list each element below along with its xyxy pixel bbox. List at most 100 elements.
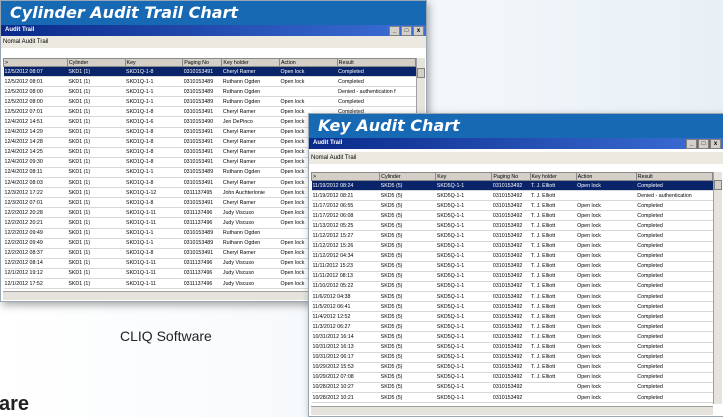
table-cell: Completed [636,352,713,363]
table-cell: T. J. Elliott [530,331,577,343]
table-row[interactable]: 10/28/2012 10:16SKD5 (5)SKD5Q-1-10310153… [311,402,713,404]
table-cell: Completed [636,362,713,373]
table-cell: Completed [636,200,713,212]
table-row[interactable]: 10/31/2012 16:13 SKD5 (5) SKD5Q-1-1 0310153… [311,342,713,353]
table-row[interactable]: 11/12/2012 15:26 SKD5 (5) SKD5Q-1-1 0310153… [311,241,713,252]
table-cell: SKD5Q-1-1 [435,342,492,353]
table-cell: 12/3/2012 07:01 [3,197,68,209]
table-cell: Cheryl Ramer [221,106,280,118]
table-cell: Open lock [576,311,637,323]
close-button[interactable]: x [710,139,721,149]
table-row[interactable]: 10/28/2012 10:21 SKD5 (5) SKD5Q-1-1 0310153… [311,392,713,404]
column-header[interactable]: > [311,172,381,181]
table-cell: T. J. Elliott [530,220,577,232]
table-cell: Open lock [576,342,637,353]
table-cell: SKD5Q-1-1 [435,210,492,222]
key-window-titlebar[interactable]: Audit Trail _ □ x [309,138,723,149]
table-cell: Completed [636,241,713,252]
column-header[interactable]: Paging No [491,172,531,181]
table-row[interactable]: 11/17/2012 06:55 SKD5 (5) SKD5Q-1-1 0310153… [311,200,713,212]
key-horizontal-scrollbar[interactable] [311,406,713,415]
table-cell: SKD1 (1) [67,228,126,239]
table-cell: SKD1 (1) [67,248,126,259]
table-row[interactable]: 12/5/2012 08:00 SKD1 (1) SKD1Q-1-1 03101534… [3,86,416,98]
column-header[interactable]: Result [635,172,713,181]
table-row[interactable]: 11/19/2012 08:24 SKD5 (5) SKD5Q-1-1 0310153… [311,180,713,192]
table-row[interactable]: 11/6/2012 04:38 SKD5 (5) SKD5Q-1-1 03101534… [311,291,713,303]
table-row[interactable]: 10/31/2012 16:14 SKD5 (5) SKD5Q-1-1 0310153… [311,331,713,343]
table-cell: Completed [337,66,416,78]
table-cell: Completed [636,281,713,293]
table-row[interactable]: 11/13/2012 05:25 SKD5 (5) SKD5Q-1-1 0310153… [311,220,713,232]
table-row[interactable]: 11/12/2012 04:34 SKD5 (5) SKD5Q-1-1 0310153… [311,251,713,262]
table-cell: 0310153492 [491,392,530,404]
table-cell: 0310153491 [182,127,222,138]
table-row[interactable]: 11/5/2012 06:41 SKD5 (5) SKD5Q-1-1 03101534… [311,301,713,313]
column-header[interactable]: Action [279,58,338,67]
maximize-button[interactable]: □ [698,139,709,149]
table-cell: Completed [337,76,416,88]
scroll-thumb[interactable] [417,68,425,78]
table-row[interactable]: 12/5/2012 08:00 SKD1 (1) SKD1Q-1-1 03101534… [3,96,416,108]
table-cell: Open lock [576,321,637,333]
table-cell: 10/28/2012 10:21 [311,392,380,404]
column-header[interactable]: Key holder [529,172,577,181]
column-header[interactable]: Result [336,58,416,67]
table-cell: 11/17/2012 06:55 [311,200,380,212]
table-cell: SKD1 (1) [67,187,126,199]
maximize-button[interactable]: □ [401,26,412,36]
table-cell: SKD1Q-1-11 [125,268,183,279]
table-cell: SKD5 (5) [379,321,436,333]
column-header[interactable]: Cylinder [379,172,437,181]
column-header[interactable]: Key [124,58,184,67]
table-cell: SKD5 (5) [379,291,436,303]
minimize-button[interactable]: _ [686,139,697,149]
table-row[interactable]: 10/29/2012 15:53 SKD5 (5) SKD5Q-1-1 0310153… [311,362,713,373]
table-row[interactable]: 11/12/2012 15:27 SKD5 (5) SKD5Q-1-1 0310153… [311,230,713,242]
table-cell: SKD5Q-1-1 [435,271,492,282]
table-row[interactable]: 11/19/2012 08:21 SKD5 (5) SKD5Q-1-1 0310153… [311,190,713,202]
table-cell: 0310153489 [182,76,222,88]
column-header[interactable]: Key holder [221,58,280,67]
table-cell: SKD5Q-1-1 [435,200,492,212]
table-row[interactable]: 10/29/2012 07:08 SKD5 (5) SKD5Q-1-1 0310153… [311,372,713,383]
table-row[interactable]: 11/3/2012 06:27 SKD5 (5) SKD5Q-1-1 03101534… [311,321,713,333]
table-cell: Judy Viscuso [221,288,280,290]
table-row[interactable]: 11/10/2012 05:22 SKD5 (5) SKD5Q-1-1 0310153… [311,281,713,293]
table-cell: 0310153492 [491,402,530,404]
table-cell: 0310153491 [182,137,222,148]
table-cell: SKD1 (1) [67,127,126,138]
minimize-button[interactable]: _ [389,26,400,36]
table-cell: 0311137495 [182,187,222,199]
table-cell: SKD5 (5) [379,311,436,323]
table-cell: SKD1 (1) [67,207,126,219]
table-row[interactable]: 12/5/2012 08:07 SKD1 (1) SKD1Q-1-8 03101534… [3,66,416,78]
table-row[interactable]: 10/31/2012 06:17 SKD5 (5) SKD5Q-1-1 0310153… [311,352,713,363]
key-audit-panel: Key Audit Chart Audit Trail _ □ x Nomal … [308,113,723,417]
partial-heading: are [0,393,30,415]
table-row[interactable]: 11/17/2012 06:08 SKD5 (5) SKD5Q-1-1 0310153… [311,210,713,222]
table-cell: 10/28/2012 10:27 [311,382,380,393]
scroll-thumb[interactable] [714,180,722,190]
table-row[interactable]: 10/28/2012 10:27 SKD5 (5) SKD5Q-1-1 0310153… [311,382,713,393]
table-cell: SKD5Q-1-1 [435,392,492,404]
table-cell: Completed [636,180,713,192]
column-header[interactable]: Paging No [182,58,223,67]
table-cell: SKD1Q-1-8 [125,197,183,209]
close-button[interactable]: x [413,26,424,36]
column-header[interactable]: Action [575,172,637,181]
window-controls: _ □ x [686,139,721,149]
table-cell: SKD5 (5) [379,362,436,373]
table-cell: SKD1 (1) [67,157,126,168]
column-header[interactable]: Key [435,172,493,181]
column-header[interactable]: > [3,58,68,67]
table-row[interactable]: 12/5/2012 08:01 SKD1 (1) SKD1Q-1-1 03101534… [3,76,416,88]
cylinder-window-titlebar[interactable]: Audit Trail _ □ x [1,25,426,36]
table-row[interactable]: 11/11/2012 15:23 SKD5 (5) SKD5Q-1-1 0310153… [311,261,713,272]
table-row[interactable]: 11/11/2012 08:13 SKD5 (5) SKD5Q-1-1 0310153… [311,271,713,282]
table-cell: 12/1/2012 19:12 [3,268,68,279]
table-row[interactable]: 11/4/2012 12:52 SKD5 (5) SKD5Q-1-1 03101534… [311,311,713,323]
column-header[interactable]: Cylinder [66,58,126,67]
table-cell: T. J. Elliott [530,271,577,282]
key-vertical-scrollbar[interactable] [713,172,722,404]
